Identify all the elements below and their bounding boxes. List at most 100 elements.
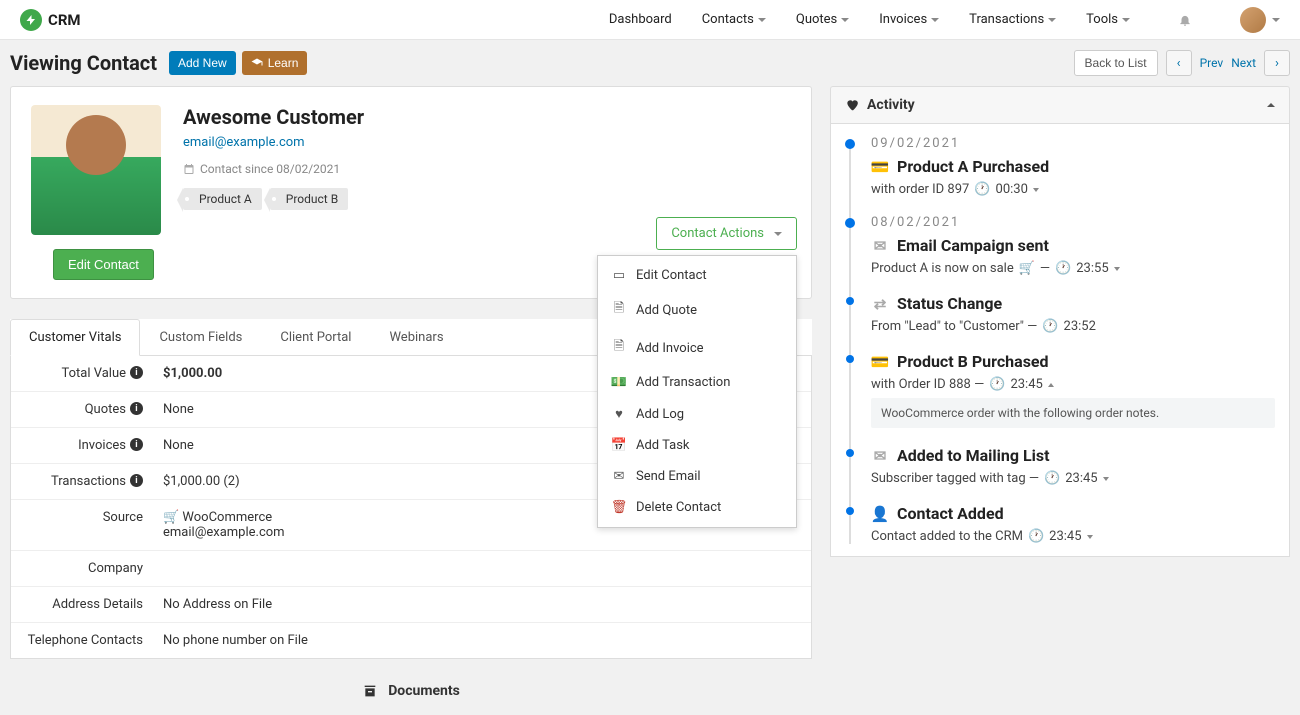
info-icon[interactable]: i [130,474,143,487]
timeline-item-meta: with order ID 897 [871,182,969,197]
action-add-invoice[interactable]: 🗎Add Invoice [598,329,796,367]
credit-card-icon: 💳 [871,158,889,176]
tab-custom-fields[interactable]: Custom Fields [140,319,261,356]
nav-links: Dashboard Contacts Quotes Invoices Trans… [609,7,1280,33]
action-edit-label: Edit Contact [636,268,707,283]
timeline-item-title: Email Campaign sent [897,236,1049,255]
left-column: Awesome Customer email@example.com Conta… [10,86,812,705]
info-icon[interactable]: i [130,366,143,379]
bell-icon[interactable] [1178,13,1192,27]
brand-logo[interactable]: CRM [20,9,81,31]
nav-dashboard[interactable]: Dashboard [609,12,672,27]
action-add-log-label: Add Log [636,407,684,422]
shuffle-icon: ⇄ [871,295,889,313]
chevron-down-icon[interactable] [1114,267,1120,271]
timeline-item-meta: From "Lead" to "Customer" — [871,319,1037,334]
info-icon[interactable]: i [130,438,143,451]
action-edit-contact[interactable]: ▭Edit Contact [598,260,796,291]
user-icon: 👤 [871,505,889,523]
nav-transactions-label: Transactions [969,12,1044,27]
lightning-icon [20,9,42,31]
clock-icon: 🕐 [989,377,1005,392]
chevron-down-icon [931,18,939,22]
nav-invoices[interactable]: Invoices [879,12,939,27]
page-subheader: Viewing Contact Add New Learn Back to Li… [0,40,1300,86]
vitals-source-text: WooCommerce [182,510,272,525]
next-arrow-button[interactable]: › [1264,50,1290,76]
nav-tools-label: Tools [1086,12,1118,27]
contact-email[interactable]: email@example.com [183,135,305,150]
tag-product-a[interactable]: Product A [183,188,262,210]
user-menu[interactable] [1240,7,1280,33]
nav-transactions[interactable]: Transactions [969,12,1056,27]
action-delete-contact[interactable]: 🗑Delete Contact [598,492,796,523]
clock-icon: 🕐 [1042,319,1058,334]
envelope-icon: ✉ [612,469,626,484]
timeline-group-1: 08/02/2021 ✉Email Campaign sent Product … [871,215,1275,276]
action-add-transaction[interactable]: 💵Add Transaction [598,367,796,398]
add-new-label: Add New [178,56,227,70]
tab-webinars[interactable]: Webinars [370,319,462,356]
info-icon[interactable]: i [130,402,143,415]
action-add-transaction-label: Add Transaction [636,375,730,390]
chevron-down-icon [1122,18,1130,22]
prev-arrow-button[interactable]: ‹ [1166,50,1192,76]
timeline-item-title: Contact Added [897,504,1004,523]
cart-icon: 🛒 [163,510,179,525]
action-send-email[interactable]: ✉Send Email [598,461,796,492]
action-add-quote[interactable]: 🗎Add Quote [598,291,796,329]
activity-title: Activity [867,97,915,113]
envelope-icon: ✉ [871,447,889,465]
prev-link[interactable]: Prev [1200,56,1224,70]
envelope-icon: ✉ [871,237,889,255]
chevron-up-icon[interactable] [1048,383,1054,387]
timeline-item-meta: with Order ID 888 — [871,377,984,392]
nav-quotes[interactable]: Quotes [796,12,849,27]
vitals-address-value: No Address on File [151,587,811,622]
next-link[interactable]: Next [1231,56,1256,70]
contact-actions: Contact Actions ▭Edit Contact 🗎Add Quote… [656,217,797,250]
nav-contacts-label: Contacts [702,12,754,27]
vitals-total-label: Total Value [61,366,126,381]
vitals-phone-value: No phone number on File [151,623,811,658]
vitals-quotes-label: Quotes [85,402,126,417]
timeline-item-product-a: 💳Product A Purchased with order ID 897 🕐… [871,157,1275,197]
timeline-item-time: 23:45 [1065,471,1097,486]
trash-icon: 🗑 [612,500,626,515]
tag-product-b[interactable]: Product B [270,188,348,210]
nav-invoices-label: Invoices [879,12,927,27]
timeline-group-3: 💳Product B Purchased with Order ID 888 —… [871,352,1275,428]
contact-since-text: Contact since 08/02/2021 [200,162,340,176]
activity-header[interactable]: Activity [830,86,1290,124]
contact-photo [31,105,161,235]
activity-panel: Activity 09/02/2021 💳Product A Purchased… [830,86,1290,705]
nav-dashboard-label: Dashboard [609,12,672,27]
tab-client-portal[interactable]: Client Portal [261,319,370,356]
heartbeat-icon [845,98,859,112]
learn-button[interactable]: Learn [242,51,308,75]
contact-actions-button[interactable]: Contact Actions [656,217,797,250]
action-add-log[interactable]: ♥Add Log [598,398,796,430]
clock-icon: 🕐 [974,182,990,197]
add-new-button[interactable]: Add New [169,51,236,75]
timeline-dot [846,449,854,457]
nav-tools[interactable]: Tools [1086,12,1130,27]
back-to-list-button[interactable]: Back to List [1074,50,1158,76]
chevron-down-icon[interactable] [1033,188,1039,192]
nav-contacts[interactable]: Contacts [702,12,766,27]
chevron-down-icon [841,18,849,22]
timeline-item-meta: Subscriber tagged with tag — [871,471,1039,486]
chevron-down-icon[interactable] [1103,477,1109,481]
contact-header: Awesome Customer email@example.com Conta… [11,87,811,253]
chevron-down-icon [774,232,782,236]
archive-icon [362,683,378,699]
action-add-task[interactable]: 📅Add Task [598,430,796,461]
file-icon: 🗎 [612,299,626,321]
chevron-down-icon[interactable] [1087,535,1093,539]
tab-vitals[interactable]: Customer Vitals [10,319,140,356]
calendar-icon: 📅 [612,438,626,453]
chevron-up-icon [1267,103,1275,107]
vitals-invoices-label: Invoices [78,438,126,453]
contact-name: Awesome Customer [183,105,364,129]
edit-contact-button[interactable]: Edit Contact [53,249,154,280]
